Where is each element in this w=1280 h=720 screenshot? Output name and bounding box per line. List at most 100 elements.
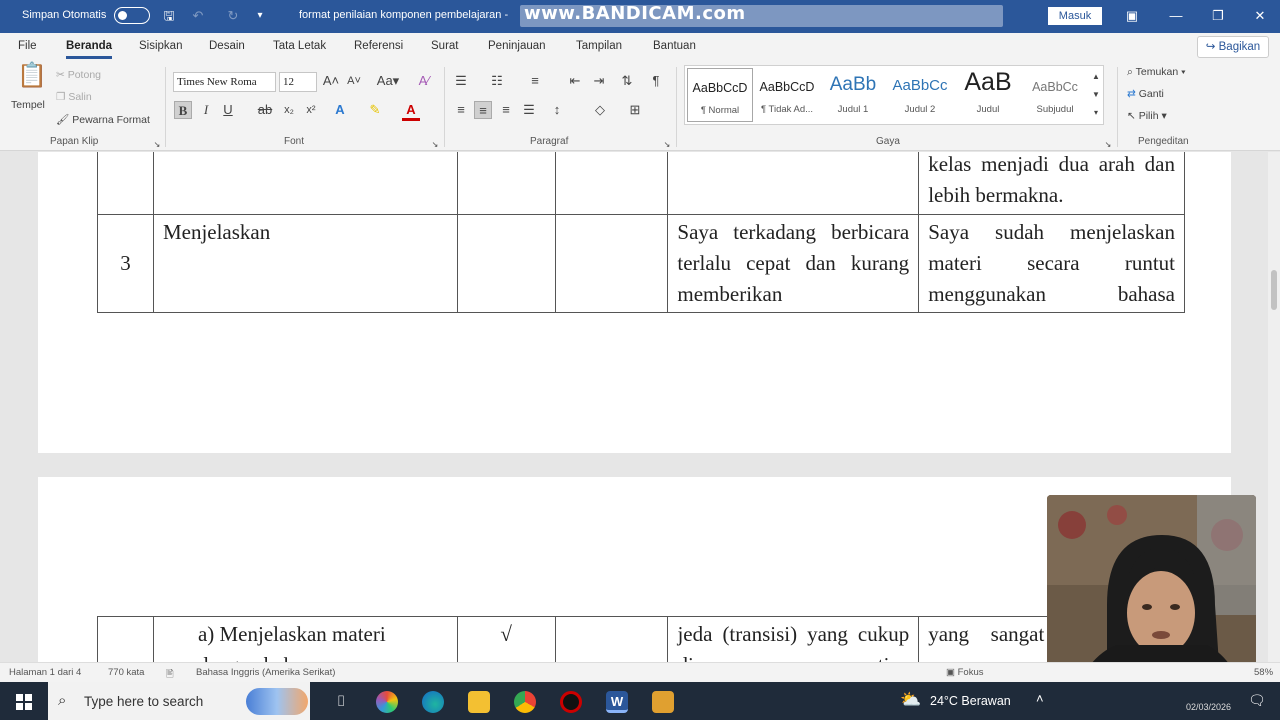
vertical-scrollbar[interactable] <box>1268 152 1280 662</box>
multilevel-list-icon[interactable]: ≡ <box>526 72 544 90</box>
paragraph-dialog-launcher-icon[interactable]: ↘ <box>662 136 672 149</box>
superscript-icon[interactable]: x² <box>302 101 320 119</box>
tab-desain[interactable]: Desain <box>209 40 245 52</box>
weather-text[interactable]: 24°C Berawan <box>930 694 1011 708</box>
line-spacing-icon[interactable]: ↕ <box>548 101 566 119</box>
style-heading-2[interactable]: AaBbCc Judul 2 <box>887 68 953 122</box>
text-effects-icon[interactable]: A <box>331 101 349 119</box>
font-family-select[interactable]: Times New Roma <box>173 72 276 92</box>
task-view-icon[interactable]: ⌷ <box>330 691 352 713</box>
clock-date[interactable]: 02/03/2026 <box>1186 702 1231 712</box>
style-heading-1[interactable]: AaBb Judul 1 <box>820 68 886 122</box>
restore-icon[interactable]: ❐ <box>1210 8 1226 24</box>
page-count[interactable]: Halaman 1 dari 4 <box>9 667 81 678</box>
align-center-icon[interactable]: ≡ <box>474 101 492 119</box>
replace-button[interactable]: ⇄ Ganti <box>1127 88 1164 100</box>
word-app-icon[interactable]: W <box>606 691 628 713</box>
shading-icon[interactable]: ◇ <box>591 101 609 119</box>
table-row: 3 Menjelaskan Saya terkadang berbicara t… <box>97 214 1185 313</box>
align-right-icon[interactable]: ≡ <box>497 101 515 119</box>
cut-button[interactable]: ✂ Potong <box>56 69 101 81</box>
grow-font-icon[interactable]: A˄ <box>322 72 340 90</box>
tab-bantuan[interactable]: Bantuan <box>653 40 696 52</box>
focus-button[interactable]: ▣ Fokus <box>946 667 984 678</box>
clear-formatting-icon[interactable]: A∕ <box>415 72 433 90</box>
tab-tata-letak[interactable]: Tata Letak <box>273 40 326 52</box>
notification-icon[interactable]: 🗨 <box>1248 692 1266 709</box>
tab-beranda[interactable]: Beranda <box>66 40 113 59</box>
style-subtitle[interactable]: AaBbCc Subjudul <box>1022 68 1088 122</box>
decrease-indent-icon[interactable]: ⇤ <box>566 72 584 90</box>
shrink-font-icon[interactable]: A˅ <box>345 72 363 90</box>
dialog-launcher-icon[interactable]: ↘ <box>152 136 162 149</box>
media-player-icon[interactable] <box>652 691 674 713</box>
zoom-level[interactable]: 58% <box>1254 667 1273 678</box>
weather-icon[interactable]: ⛅ <box>900 690 921 710</box>
edge-browser-icon[interactable] <box>422 691 444 713</box>
copilot-icon[interactable] <box>376 691 398 713</box>
table-cell-check: √ <box>456 616 556 662</box>
autosave-toggle[interactable] <box>114 7 150 24</box>
tab-tampilan[interactable]: Tampilan <box>576 40 622 52</box>
windows-start-icon[interactable] <box>16 694 32 710</box>
styles-dialog-launcher-icon[interactable]: ↘ <box>1103 136 1113 149</box>
tab-peninjauan[interactable]: Peninjauan <box>488 40 546 52</box>
style-no-spacing[interactable]: AaBbCcD ¶ Tidak Ad... <box>754 68 820 122</box>
paste-button[interactable]: Tempel <box>11 99 45 111</box>
table-row: kelas menjadi dua arah dan lebih bermakn… <box>97 152 1185 215</box>
tab-sisipkan[interactable]: Sisipkan <box>139 40 182 52</box>
bold-icon[interactable]: B <box>174 101 192 119</box>
paste-icon[interactable]: 📋 <box>17 64 47 97</box>
font-color-icon[interactable]: A <box>402 101 420 121</box>
align-left-icon[interactable]: ≡ <box>452 101 470 119</box>
bullets-icon[interactable]: ☰ <box>452 72 470 90</box>
select-button[interactable]: ↖ Pilih ▾ <box>1127 110 1167 122</box>
styles-scroll-down-icon[interactable]: ▼ <box>1089 86 1103 104</box>
redo-icon[interactable]: ↻ <box>225 8 241 24</box>
file-explorer-icon[interactable] <box>468 691 490 713</box>
styles-more-icon[interactable]: ▾ <box>1089 104 1103 122</box>
taskbar-search-box[interactable]: ⌕ Type here to search <box>48 682 310 720</box>
copy-button[interactable]: ❐ Salin <box>56 91 92 103</box>
font-dialog-launcher-icon[interactable]: ↘ <box>430 136 440 149</box>
highlight-icon[interactable]: ✎ <box>366 101 384 119</box>
find-button[interactable]: ⌕ Temukan ▾ <box>1127 66 1186 79</box>
borders-icon[interactable]: ⊞ <box>626 101 644 119</box>
undo-icon[interactable]: ↶ <box>190 8 206 24</box>
styles-scroll-up-icon[interactable]: ▲ <box>1089 68 1103 86</box>
table-cell-improvement: Saya sudah menjelaskan materi secara run… <box>918 214 1185 313</box>
customize-toolbar-icon[interactable]: ▾ <box>252 8 268 24</box>
strikethrough-icon[interactable]: ab <box>256 101 274 119</box>
save-icon[interactable]: 🖫 <box>161 8 177 24</box>
share-button[interactable]: ↪ Bagikan <box>1197 36 1269 58</box>
document-title: format penilaian komponen pembelajaran - <box>299 9 509 21</box>
tab-surat[interactable]: Surat <box>431 40 459 52</box>
tab-file[interactable]: File <box>18 40 37 52</box>
language-indicator[interactable]: Bahasa Inggris (Amerika Serikat) <box>196 667 335 678</box>
underline-icon[interactable]: U <box>219 101 237 119</box>
increase-indent-icon[interactable]: ⇥ <box>590 72 608 90</box>
subscript-icon[interactable]: x₂ <box>280 101 298 119</box>
justify-icon[interactable]: ☰ <box>520 101 538 119</box>
show-formatting-icon[interactable]: ¶ <box>647 72 665 90</box>
format-painter-button[interactable]: 🖌 Pewarna Format <box>56 113 150 126</box>
chrome-browser-icon[interactable] <box>514 691 536 713</box>
proofing-icon[interactable]: 🖹 <box>166 667 174 683</box>
sign-in-button[interactable]: Masuk <box>1048 7 1102 25</box>
scrollbar-thumb[interactable] <box>1271 270 1277 310</box>
style-title[interactable]: AaB Judul <box>955 68 1021 122</box>
close-icon[interactable]: ✕ <box>1252 8 1268 24</box>
minimize-icon[interactable]: — <box>1168 8 1184 24</box>
style-normal[interactable]: AaBbCcD ¶ Normal <box>687 68 753 122</box>
italic-icon[interactable]: I <box>197 101 215 119</box>
sort-icon[interactable]: ⇅ <box>618 72 636 90</box>
numbering-icon[interactable]: ☷ <box>488 72 506 90</box>
font-size-select[interactable]: 12 <box>279 72 317 92</box>
ribbon-display-icon[interactable]: ▣ <box>1124 8 1140 24</box>
word-count[interactable]: 770 kata <box>108 667 144 678</box>
tray-chevron-icon[interactable]: ˄ <box>1036 691 1044 706</box>
tab-referensi[interactable]: Referensi <box>354 40 403 52</box>
share-icon: ↪ <box>1205 41 1219 53</box>
bandicam-record-icon[interactable] <box>560 691 582 713</box>
change-case-icon[interactable]: Aa▾ <box>374 72 402 90</box>
